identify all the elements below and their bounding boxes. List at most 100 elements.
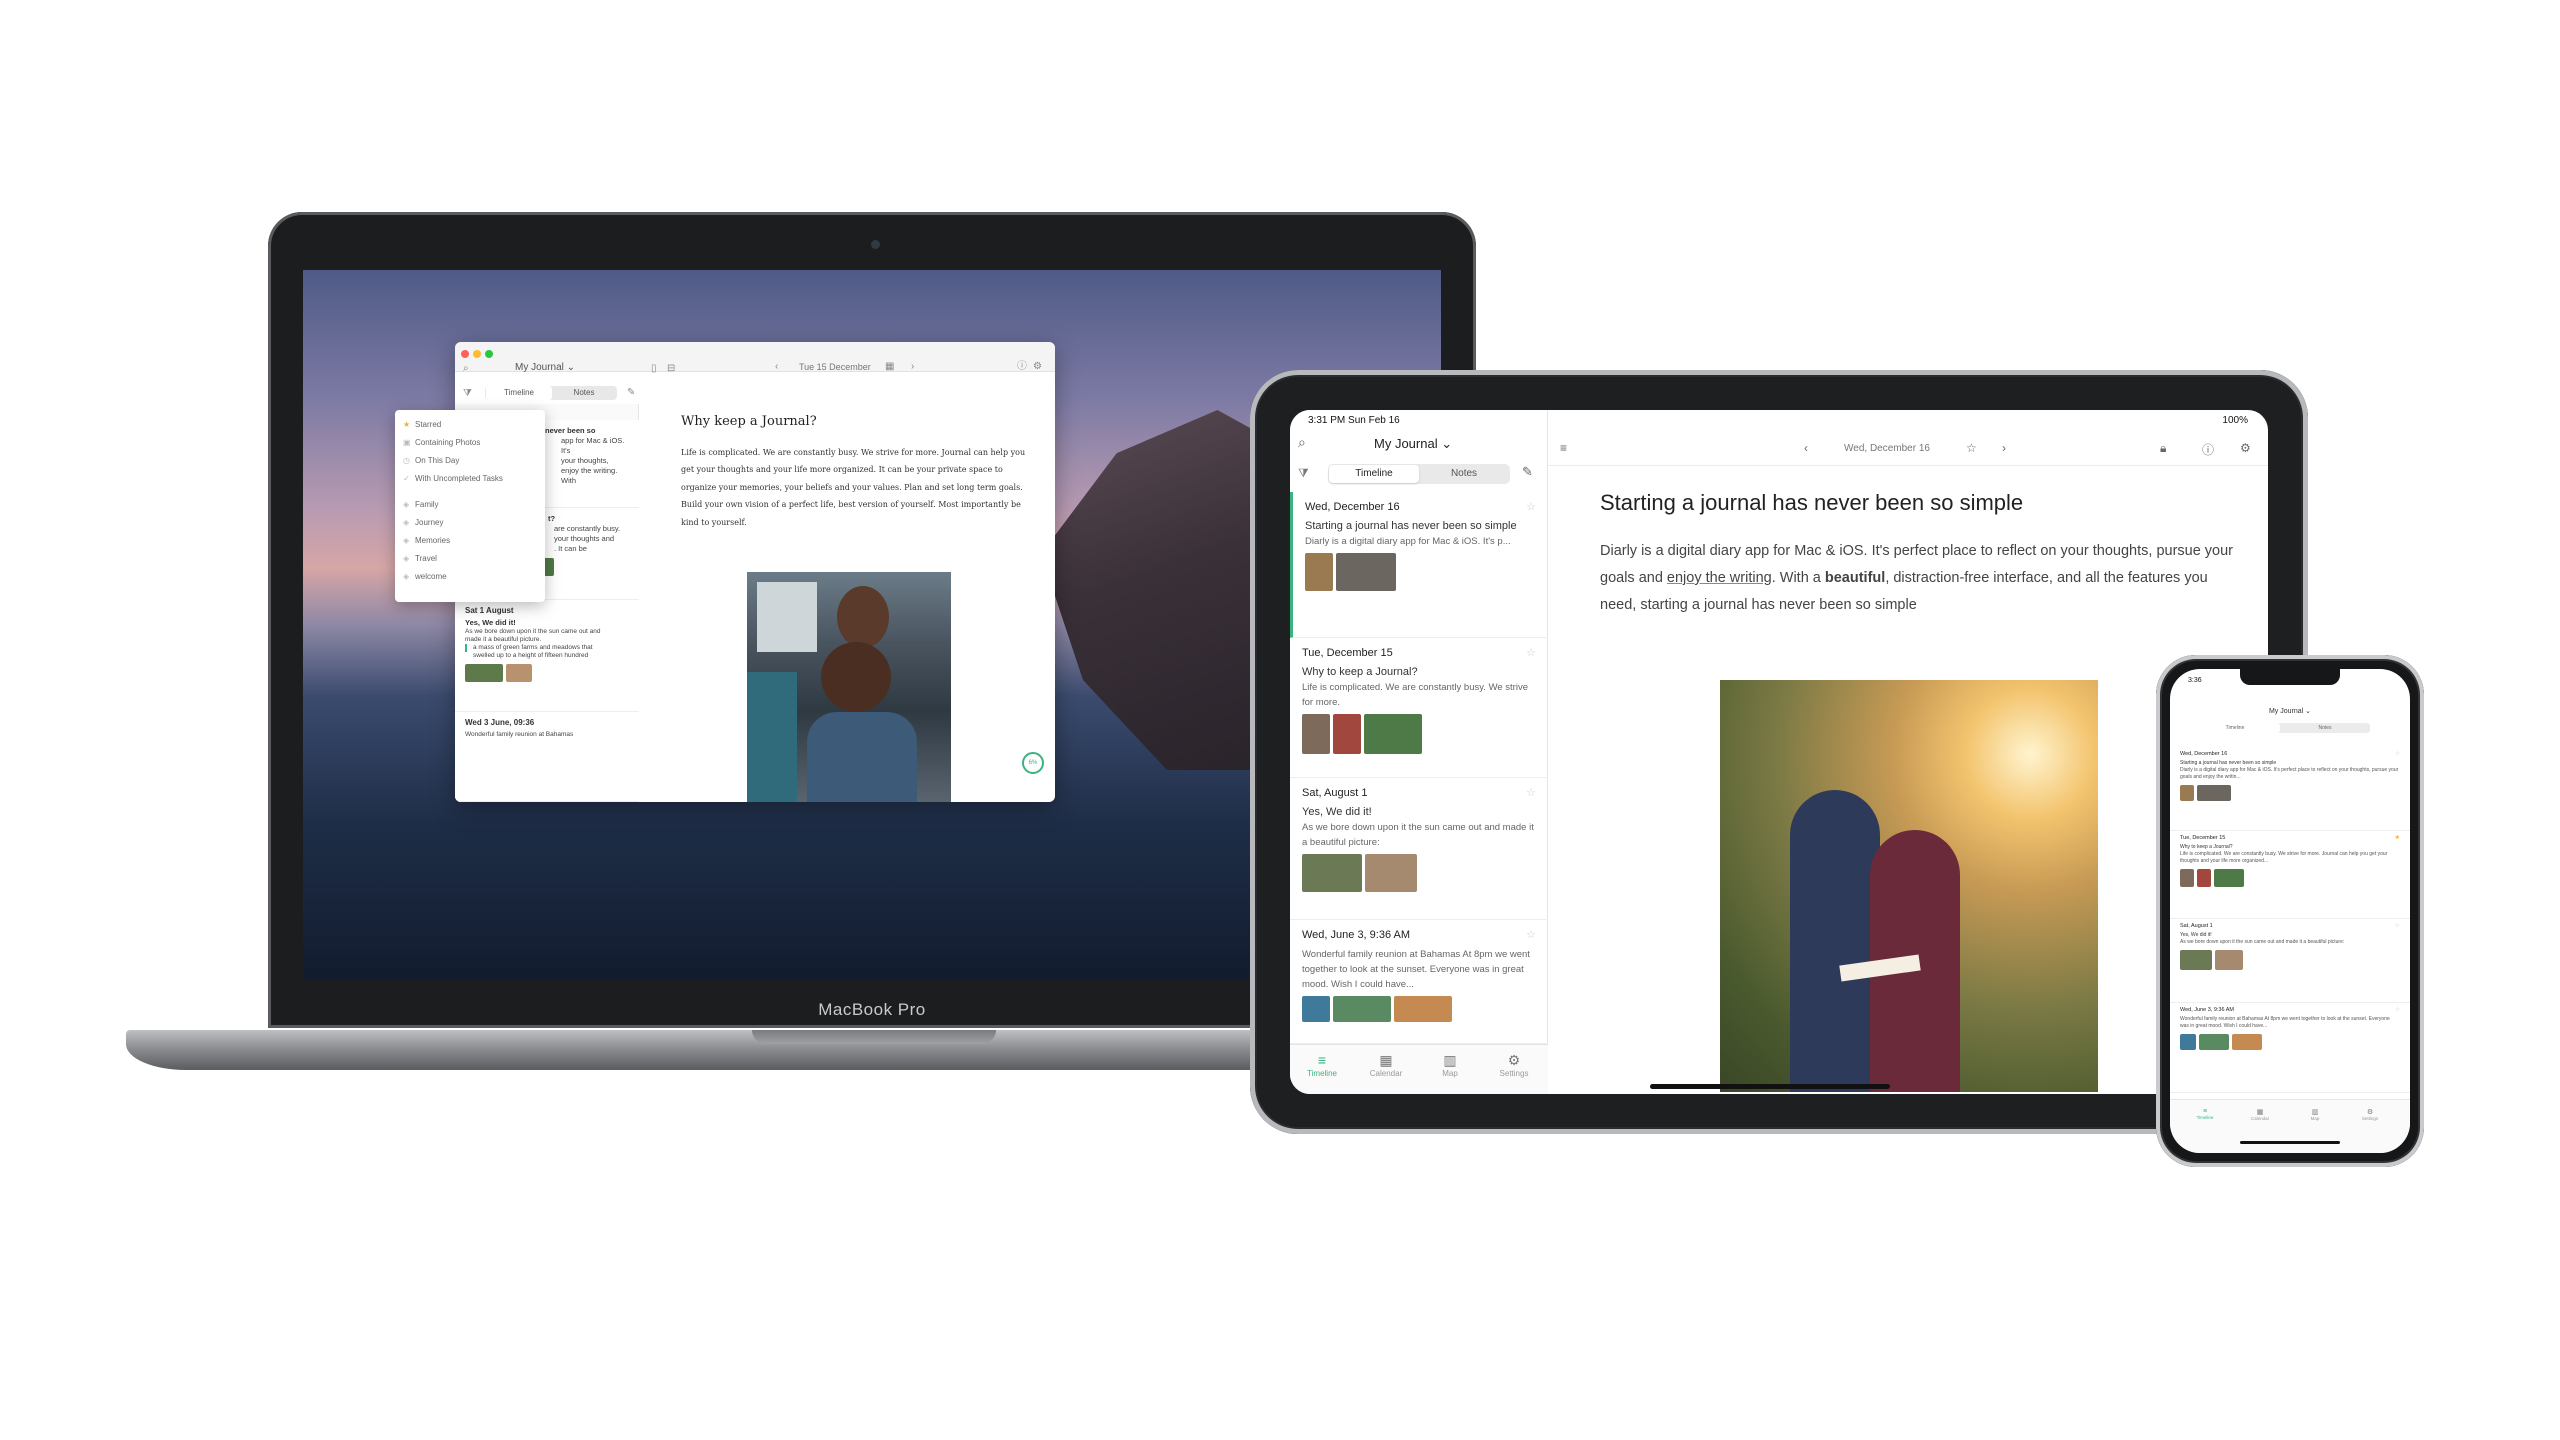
tag-memories[interactable]: ◈ Memories <box>395 532 545 550</box>
filter-on-this-day[interactable]: ◷ On This Day <box>395 452 545 470</box>
tag-travel[interactable]: ◈ Travel <box>395 550 545 568</box>
minimize-window-button[interactable] <box>473 350 481 358</box>
compose-icon[interactable]: ✎ <box>1522 464 1533 480</box>
timeline-entry[interactable]: Wed 3 June, 09:36 Wonderful family reuni… <box>455 712 639 802</box>
star-icon[interactable]: ☆ <box>1966 441 1977 455</box>
photo-thumbnail[interactable] <box>1333 714 1361 754</box>
star-icon[interactable]: ☆ <box>1526 646 1536 661</box>
search-icon[interactable]: ⌕ <box>1298 434 1306 451</box>
chevron-left-icon[interactable]: ‹ <box>775 362 778 372</box>
chevron-left-icon[interactable]: ‹ <box>1804 441 1808 455</box>
tabbar-map[interactable]: ▥ Map <box>1418 1051 1482 1078</box>
tabbar-calendar[interactable]: ▦ Calendar <box>2235 1108 2285 1121</box>
filter-starred[interactable]: ★ Starred <box>395 416 545 434</box>
photo-thumbnail[interactable] <box>506 664 532 682</box>
filter-uncompleted-tasks[interactable]: ✓ With Uncompleted Tasks <box>395 470 545 488</box>
tab-timeline[interactable]: Timeline <box>1329 465 1419 483</box>
tabbar-timeline[interactable]: ≡ Timeline <box>1290 1051 1354 1078</box>
star-icon[interactable]: ☆ <box>1526 928 1536 943</box>
tabbar-map[interactable]: ▥ Map <box>2290 1108 2340 1121</box>
photo-thumbnail[interactable] <box>2197 785 2231 801</box>
photo-thumbnail[interactable] <box>2215 950 2243 970</box>
tabbar-settings[interactable]: ⚙ Settings <box>2345 1108 2395 1121</box>
calendar-icon[interactable]: ▦ <box>885 362 894 372</box>
photo-thumbnail[interactable] <box>1394 996 1452 1022</box>
timeline-entry[interactable]: Sat 1 August Yes, We did it! As we bore … <box>455 600 639 712</box>
menu-icon[interactable]: ≡ <box>1560 441 1567 455</box>
entry-heading[interactable]: Starting a journal has never been so sim… <box>1600 490 2023 516</box>
filter-icon[interactable]: ⧩ <box>463 389 472 399</box>
journal-selector[interactable]: My Journal ⌄ <box>1374 436 1452 452</box>
tab-timeline[interactable]: Timeline <box>486 386 552 400</box>
filter-icon[interactable]: ⧩ <box>1298 466 1309 481</box>
photo-thumbnail[interactable] <box>2214 869 2244 887</box>
photo-thumbnail[interactable] <box>1365 854 1417 892</box>
photo-thumbnail[interactable] <box>1302 714 1330 754</box>
info-icon[interactable]: ⓘ <box>1017 362 1027 372</box>
tag-welcome[interactable]: ◈ welcome <box>395 568 545 586</box>
photo-thumbnail[interactable] <box>2180 785 2194 801</box>
date-navigator[interactable]: Tue 15 December <box>799 362 871 372</box>
close-window-button[interactable] <box>461 350 469 358</box>
zoom-window-button[interactable] <box>485 350 493 358</box>
text-link[interactable]: enjoy the writing <box>1667 570 1772 586</box>
compose-icon[interactable]: ✎ <box>627 388 635 398</box>
photo-thumbnail[interactable] <box>2232 1034 2262 1050</box>
journal-selector[interactable]: My Journal ⌄ <box>2170 707 2410 715</box>
article-title[interactable]: Why keep a Journal? <box>681 414 817 429</box>
chevron-right-icon[interactable]: › <box>2002 441 2006 455</box>
sliders-icon[interactable]: ⚙ <box>2240 441 2251 455</box>
photo-thumbnail[interactable] <box>1364 714 1422 754</box>
tag-family[interactable]: ◈ Family <box>395 496 545 514</box>
menu-separator <box>395 488 545 496</box>
timeline-entry[interactable]: Wed, June 3, 9:36 AM Wonderful family re… <box>2170 1003 2410 1093</box>
tab-notes[interactable]: Notes <box>2280 723 2370 733</box>
filter-containing-photos[interactable]: ▣ Containing Photos <box>395 434 545 452</box>
lock-icon[interactable]: 🔒︎ <box>2160 441 2166 456</box>
timeline-entry[interactable]: Tue, December 15 Why to keep a Journal? … <box>1290 638 1548 778</box>
photo-thumbnail[interactable] <box>1333 996 1391 1022</box>
tab-notes[interactable]: Notes <box>1419 465 1509 483</box>
article-photo[interactable] <box>747 572 951 802</box>
journal-selector[interactable]: My Journal ⌄ <box>515 362 575 373</box>
photo-thumbnail[interactable] <box>2180 950 2212 970</box>
search-icon[interactable]: ⌕ <box>463 364 469 374</box>
photo-thumbnail[interactable] <box>2199 1034 2229 1050</box>
settings-icon[interactable]: ⚙ <box>1033 362 1042 372</box>
timeline-entry[interactable]: Wed, December 16 Starting a journal has … <box>1290 492 1548 638</box>
star-icon[interactable]: ☆ <box>2395 1007 2400 1014</box>
clock-icon: ◷ <box>403 456 410 465</box>
tabbar-timeline[interactable]: ≡ Timeline <box>2180 1108 2230 1120</box>
tabbar-settings[interactable]: ⚙ Settings <box>1482 1051 1546 1078</box>
timeline-entry[interactable]: Wed, June 3, 9:36 AM Wonderful family re… <box>1290 920 1548 1044</box>
chevron-right-icon[interactable]: › <box>911 362 914 372</box>
photo-thumbnail[interactable] <box>2180 1034 2196 1050</box>
tag-journey[interactable]: ◈ Journey <box>395 514 545 532</box>
view-switcher: Timeline Notes <box>1328 464 1510 484</box>
timeline-entry[interactable]: Wed, December 16 Starting a journal has … <box>2170 747 2410 831</box>
article-body[interactable]: Life is complicated. We are constantly b… <box>681 444 1031 531</box>
star-icon[interactable]: ☆ <box>2395 923 2400 930</box>
entry-paragraph[interactable]: Diarly is a digital diary app for Mac & … <box>1600 538 2240 619</box>
timeline-entry[interactable]: Tue, December 15 Why to keep a Journal? … <box>2170 831 2410 919</box>
info-icon[interactable]: ⓘ <box>2202 441 2214 458</box>
timeline-entry[interactable]: Sat, August 1 Yes, We did it! As we bore… <box>1290 778 1548 920</box>
tab-notes[interactable]: Notes <box>551 386 617 400</box>
star-icon[interactable]: ★ <box>2395 835 2400 842</box>
photo-thumbnail[interactable] <box>465 664 503 682</box>
word-goal-progress[interactable]: 6% <box>1022 752 1044 774</box>
tab-timeline[interactable]: Timeline <box>2190 723 2280 733</box>
entry-photo[interactable] <box>1720 680 2098 1092</box>
photo-thumbnail[interactable] <box>1336 553 1396 591</box>
photo-thumbnail[interactable] <box>2180 869 2194 887</box>
timeline-entry[interactable]: Sat, August 1 Yes, We did it! As we bore… <box>2170 919 2410 1003</box>
photo-thumbnail[interactable] <box>1302 854 1362 892</box>
star-icon[interactable]: ☆ <box>1526 786 1536 801</box>
photo-thumbnail[interactable] <box>1302 996 1330 1022</box>
star-icon[interactable]: ☆ <box>2395 751 2400 758</box>
photo-thumbnail[interactable] <box>1305 553 1333 591</box>
toolbar-date[interactable]: Wed, December 16 <box>1844 443 1930 454</box>
tabbar-calendar[interactable]: ▦ Calendar <box>1354 1051 1418 1078</box>
star-icon[interactable]: ☆ <box>1526 500 1536 515</box>
photo-thumbnail[interactable] <box>2197 869 2211 887</box>
